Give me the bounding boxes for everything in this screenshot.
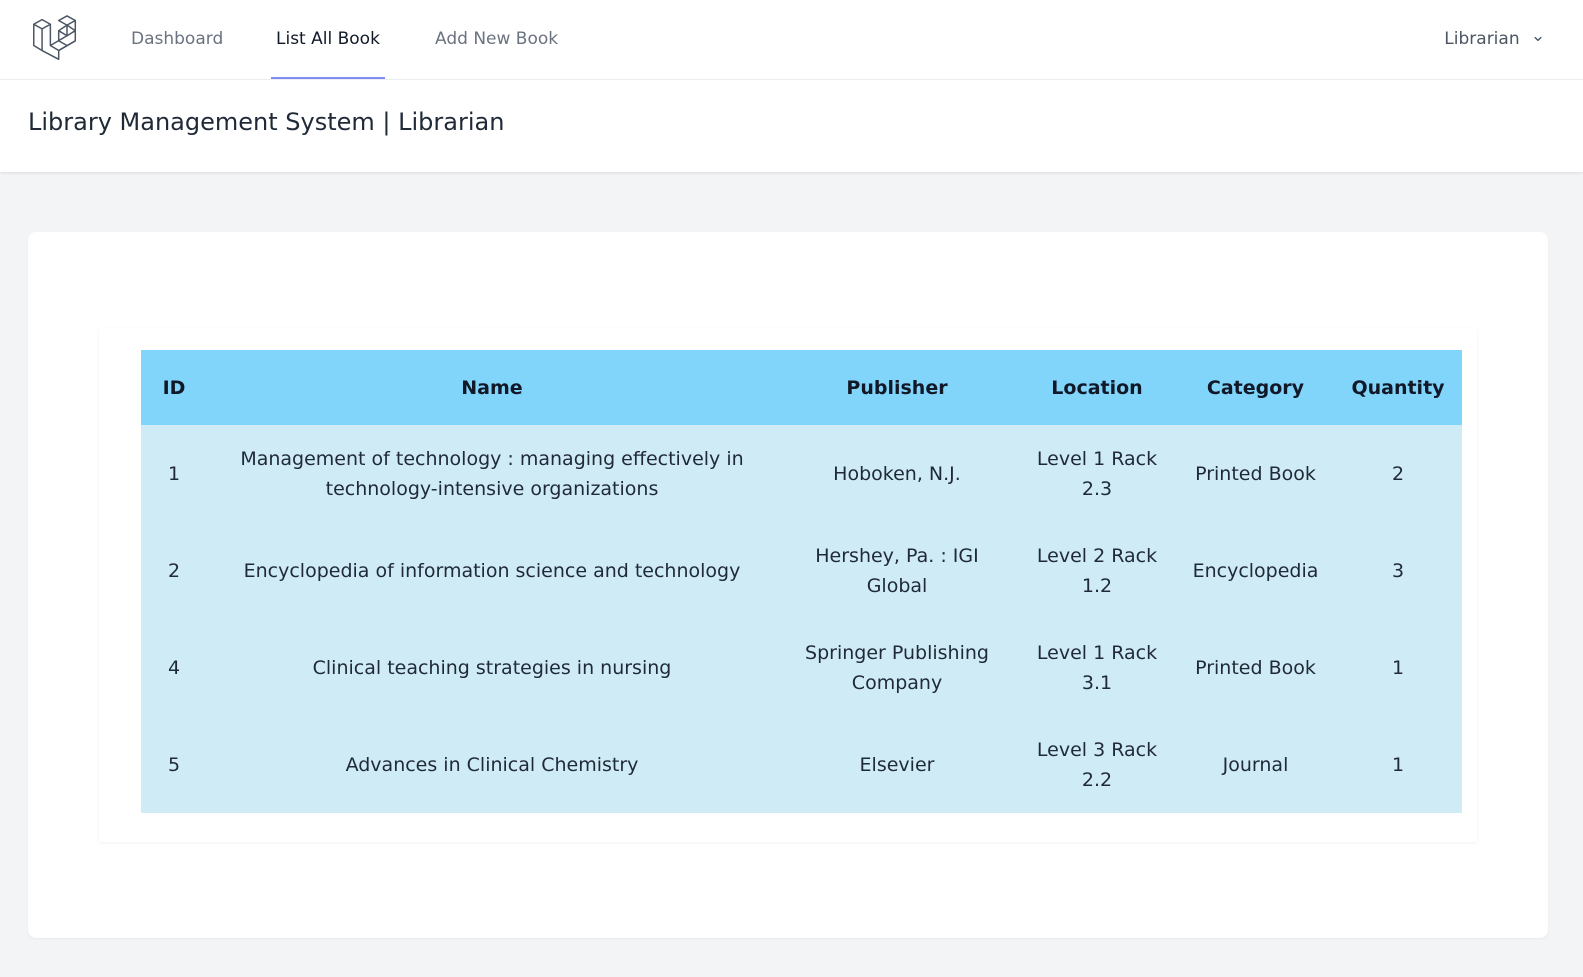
column-header-publisher: Publisher [846,376,948,399]
cell-category: Printed Book [1195,656,1316,679]
nav-list-all-book[interactable]: List All Book [271,0,385,79]
cell-quantity: 3 [1391,559,1405,582]
nav-dashboard[interactable]: Dashboard [126,0,228,79]
column-header-id: ID [162,376,186,399]
cell-publisher: Hoboken, N.J. [833,462,961,485]
cell-id: 1 [167,462,181,485]
nav-add-new-book[interactable]: Add New Book [430,0,563,79]
cell-category: Journal [1222,753,1289,776]
cell-publisher: Hershey, Pa. : IGI Global [815,544,979,597]
page-title: Library Management System | Librarian [28,108,505,136]
cell-id: 5 [167,753,181,776]
cell-name: Clinical teaching strategies in nursing [312,656,672,679]
cell-location: Level 3 Rack 2.2 [1036,738,1158,791]
user-dropdown[interactable]: Librarian [1444,0,1545,79]
content-card: ID Name Publisher Location Category Quan… [28,232,1548,938]
cell-location: Level 1 Rack 3.1 [1036,641,1158,694]
cell-publisher: Elsevier [859,753,935,776]
cell-quantity: 1 [1391,656,1405,679]
column-header-location: Location [1051,376,1143,399]
cell-location: Level 2 Rack 1.2 [1036,544,1158,597]
cell-quantity: 1 [1391,753,1405,776]
table-row: 1 Management of technology : managing ef… [141,425,1462,522]
table-row: 4 Clinical teaching strategies in nursin… [141,619,1462,716]
laravel-logo-icon[interactable] [31,15,79,63]
page-header: Library Management System | Librarian [0,80,1583,172]
user-name: Librarian [1444,29,1520,49]
cell-name: Encyclopedia of information science and … [243,559,741,582]
table-header-row: ID Name Publisher Location Category Quan… [141,350,1462,425]
cell-id: 2 [167,559,181,582]
cell-name: Management of technology : managing effe… [240,447,744,500]
cell-quantity: 2 [1391,462,1405,485]
column-header-category: Category [1206,376,1305,399]
cell-name: Advances in Clinical Chemistry [345,753,639,776]
cell-category: Encyclopedia [1192,559,1319,582]
table-row: 2 Encyclopedia of information science an… [141,522,1462,619]
column-header-quantity: Quantity [1351,376,1445,399]
cell-category: Printed Book [1195,462,1316,485]
column-header-name: Name [461,376,523,399]
cell-location: Level 1 Rack 2.3 [1036,447,1158,500]
books-table: ID Name Publisher Location Category Quan… [141,350,1462,813]
table-row: 5 Advances in Clinical Chemistry Elsevie… [141,716,1462,813]
cell-publisher: Springer Publishing Company [805,641,989,694]
table-container: ID Name Publisher Location Category Quan… [99,328,1477,842]
chevron-down-icon [1534,36,1542,42]
cell-id: 4 [167,656,181,679]
top-navbar: Dashboard List All Book Add New Book Lib… [0,0,1583,80]
